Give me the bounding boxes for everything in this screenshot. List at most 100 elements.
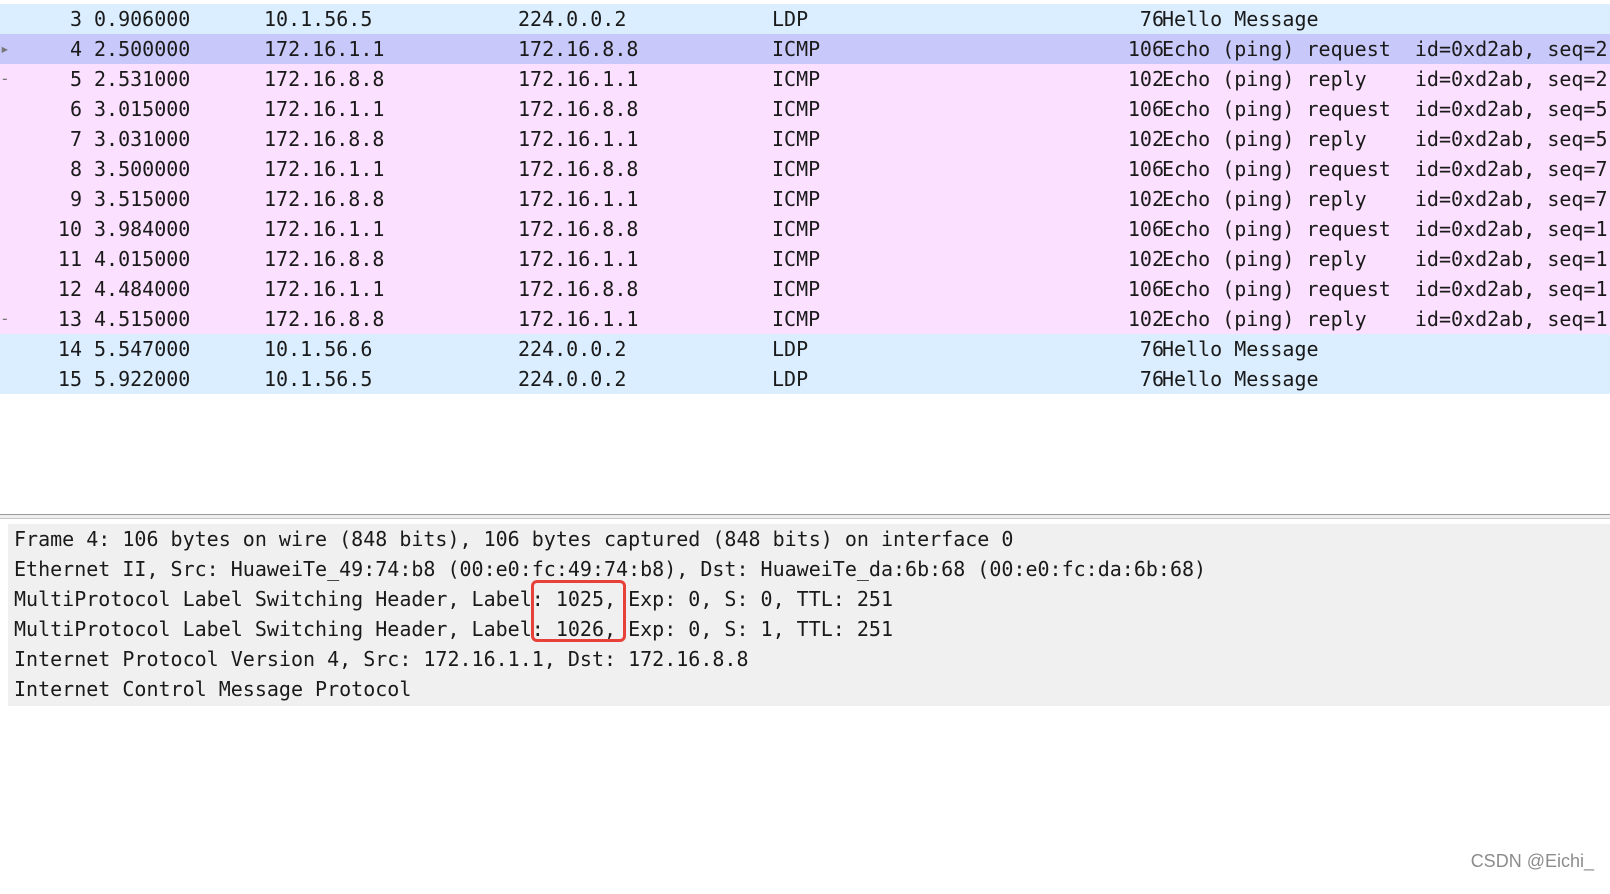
packet-dst-cell: 172.16.1.1: [518, 67, 639, 91]
packet-proto-cell: ICMP: [772, 37, 821, 61]
packet-no-cell: 4: [69, 37, 82, 61]
packet-src-cell: 10.1.56.5: [264, 367, 373, 391]
packet-dst-cell: 172.16.1.1: [518, 307, 639, 331]
packet-row[interactable]: 14 5.547000 10.1.56.6 224.0.0.2 LDP 76 Hello M…: [0, 334, 1610, 364]
packet-info-cell: Hello Message: [1162, 367, 1319, 391]
packet-proto-cell: ICMP: [772, 247, 821, 271]
packet-dst-cell: 224.0.0.2: [518, 7, 627, 31]
packet-no-cell: 11: [57, 247, 82, 271]
packet-len-cell: 76: [1139, 7, 1164, 31]
packet-len-cell: 106: [1127, 277, 1164, 301]
packet-proto-cell: ICMP: [772, 187, 821, 211]
packet-len-cell: 106: [1127, 37, 1164, 61]
packet-row[interactable]: 15 5.922000 10.1.56.5 224.0.0.2 LDP 76 Hello M…: [0, 364, 1610, 394]
packet-list: 3 0.906000 10.1.56.5 224.0.0.2 LDP 76 Hello Me…: [0, 4, 1610, 394]
packet-src-cell: 172.16.8.8: [264, 307, 385, 331]
packet-row[interactable]: 10 3.984000 172.16.1.1 172.16.8.8 ICMP 106 Ech…: [0, 214, 1610, 244]
detail-tree-item[interactable]: Internet Control Message Protocol: [8, 674, 1610, 704]
packet-time-cell: 4.515000: [94, 307, 191, 331]
packet-row[interactable]: ▸ 4 2.500000 172.16.1.1 172.16.8.8 ICMP 106 Ech…: [0, 34, 1610, 64]
packet-len-cell: 102: [1127, 67, 1164, 91]
packet-len-cell: 106: [1127, 217, 1164, 241]
packet-proto-cell: ICMP: [772, 97, 821, 121]
packet-len-cell: 102: [1127, 307, 1164, 331]
packet-src-cell: 172.16.8.8: [264, 67, 385, 91]
packet-time-cell: 5.922000: [94, 367, 191, 391]
packet-time-cell: 3.031000: [94, 127, 191, 151]
packet-len-cell: 102: [1127, 187, 1164, 211]
packet-src-cell: 172.16.8.8: [264, 247, 385, 271]
packet-no-cell: 10: [57, 217, 82, 241]
packet-no-cell: 9: [69, 187, 82, 211]
packet-info-cell: Echo (ping) reply id=0xd2ab, seq=5: [1162, 127, 1608, 151]
packet-time-cell: 3.015000: [94, 97, 191, 121]
packet-info-cell: Echo (ping) reply id=0xd2ab, seq=7: [1162, 187, 1608, 211]
packet-time-cell: 3.500000: [94, 157, 191, 181]
packet-no-cell: 15: [57, 367, 82, 391]
packet-proto-cell: ICMP: [772, 127, 821, 151]
packet-no-cell: 12: [57, 277, 82, 301]
packet-dst-cell: 172.16.1.1: [518, 127, 639, 151]
detail-tree-item[interactable]: Ethernet II, Src: HuaweiTe_49:74:b8 (00:…: [8, 554, 1610, 584]
packet-no-cell: 7: [69, 127, 82, 151]
packet-no-cell: 6: [69, 97, 82, 121]
packet-src-cell: 172.16.8.8: [264, 187, 385, 211]
watermark: CSDN @Eichi_: [1470, 851, 1594, 871]
packet-info-cell: Echo (ping) request id=0xd2ab, seq=5: [1162, 97, 1608, 121]
packet-row[interactable]: -5 2.531000 172.16.8.8 172.16.1.1 ICMP 102 Ech…: [0, 64, 1610, 94]
packet-dst-cell: 172.16.8.8: [518, 157, 639, 181]
packet-proto-cell: LDP: [772, 367, 809, 391]
packet-time-cell: 2.531000: [94, 67, 191, 91]
packet-no-cell: 3: [69, 7, 82, 31]
packet-proto-cell: ICMP: [772, 217, 821, 241]
packet-row[interactable]: 3 0.906000 10.1.56.5 224.0.0.2 LDP 76 Hello Me…: [0, 4, 1610, 34]
packet-dst-cell: 172.16.8.8: [518, 277, 639, 301]
packet-no-cell: 14: [57, 337, 82, 361]
packet-src-cell: 10.1.56.5: [264, 7, 373, 31]
packet-row[interactable]: 7 3.031000 172.16.8.8 172.16.1.1 ICMP 102 Echo…: [0, 124, 1610, 154]
packet-row[interactable]: 8 3.500000 172.16.1.1 172.16.8.8 ICMP 106 Echo…: [0, 154, 1610, 184]
packet-no-cell: 5: [69, 67, 82, 91]
packet-info-cell: Echo (ping) reply id=0xd2ab, seq=2: [1162, 67, 1608, 91]
packet-src-cell: 172.16.1.1: [264, 97, 385, 121]
packet-src-cell: 172.16.1.1: [264, 157, 385, 181]
packet-len-cell: 76: [1139, 367, 1164, 391]
packet-len-cell: 102: [1127, 247, 1164, 271]
detail-tree-item[interactable]: MultiProtocol Label Switching Header, La…: [8, 584, 1610, 614]
packet-len-cell: 106: [1127, 97, 1164, 121]
packet-info-cell: Hello Message: [1162, 337, 1319, 361]
packet-info-cell: Echo (ping) request id=0xd2ab, seq=7: [1162, 157, 1608, 181]
packet-proto-cell: LDP: [772, 7, 809, 31]
packet-time-cell: 0.906000: [94, 7, 191, 31]
packet-row[interactable]: -13 4.515000 172.16.8.8 172.16.1.1 ICMP 102 Ec…: [0, 304, 1610, 334]
packet-row[interactable]: 12 4.484000 172.16.1.1 172.16.8.8 ICMP 106 Ech…: [0, 274, 1610, 304]
detail-tree-item[interactable]: Frame 4: 106 bytes on wire (848 bits), 1…: [8, 524, 1610, 554]
packet-time-cell: 4.484000: [94, 277, 191, 301]
packet-info-cell: Echo (ping) request id=0xd2ab, seq=2: [1162, 37, 1608, 61]
detail-tree-item[interactable]: Internet Protocol Version 4, Src: 172.16…: [8, 644, 1610, 674]
packet-len-cell: 76: [1139, 337, 1164, 361]
pane-splitter[interactable]: [0, 514, 1610, 519]
packet-len-cell: 102: [1127, 127, 1164, 151]
packet-row[interactable]: 11 4.015000 172.16.8.8 172.16.1.1 ICMP 102 Ech…: [0, 244, 1610, 274]
packet-src-cell: 172.16.1.1: [264, 37, 385, 61]
packet-dst-cell: 172.16.8.8: [518, 97, 639, 121]
packet-time-cell: 4.015000: [94, 247, 191, 271]
packet-time-cell: 3.984000: [94, 217, 191, 241]
packet-len-cell: 106: [1127, 157, 1164, 181]
packet-src-cell: 172.16.8.8: [264, 127, 385, 151]
packet-row[interactable]: 6 3.015000 172.16.1.1 172.16.8.8 ICMP 106 Echo…: [0, 94, 1610, 124]
packet-info-cell: Echo (ping) reply id=0xd2ab, seq=1: [1162, 307, 1608, 331]
packet-dst-cell: 172.16.1.1: [518, 187, 639, 211]
packet-proto-cell: ICMP: [772, 307, 821, 331]
packet-proto-cell: ICMP: [772, 157, 821, 181]
detail-tree-item[interactable]: MultiProtocol Label Switching Header, La…: [8, 614, 1610, 644]
packet-dst-cell: 224.0.0.2: [518, 337, 627, 361]
packet-row[interactable]: 9 3.515000 172.16.8.8 172.16.1.1 ICMP 102 Echo…: [0, 184, 1610, 214]
packet-time-cell: 2.500000: [94, 37, 191, 61]
packet-dst-cell: 172.16.1.1: [518, 247, 639, 271]
packet-src-cell: 172.16.1.1: [264, 277, 385, 301]
packet-info-cell: Echo (ping) reply id=0xd2ab, seq=1: [1162, 247, 1608, 271]
packet-no-cell: 8: [69, 157, 82, 181]
packet-info-cell: Echo (ping) request id=0xd2ab, seq=1: [1162, 277, 1608, 301]
